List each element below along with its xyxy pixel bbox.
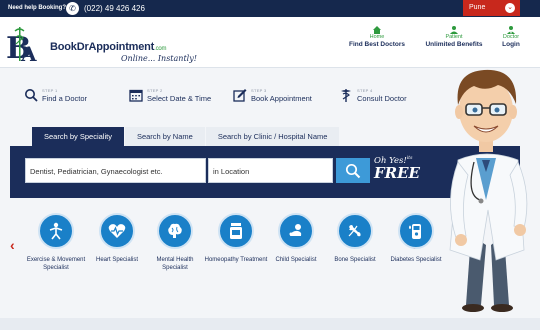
- patient-icon: [450, 26, 458, 34]
- tagline: Online... Instantly!: [121, 54, 197, 63]
- city-selector[interactable]: Pune ⌄: [463, 0, 520, 16]
- step-1-title: Find a Doctor: [42, 94, 88, 103]
- city-label: Pune: [469, 4, 486, 11]
- step-1-label: STEP 1: [42, 88, 58, 93]
- exercise-icon: [38, 213, 74, 249]
- speciality-child[interactable]: Child Specialist: [264, 213, 328, 264]
- speciality-input[interactable]: Dentist, Pediatrician, Gynaecologist etc…: [25, 158, 206, 183]
- speciality-mental-health[interactable]: Mental Health Specialist: [143, 213, 207, 272]
- glucose-meter-icon: [398, 213, 434, 249]
- step-4-title: Consult Doctor: [357, 94, 407, 103]
- promo-free: FREE: [374, 164, 420, 182]
- search-button[interactable]: [336, 158, 370, 183]
- phone-icon: ✆: [66, 2, 79, 15]
- home-icon: [373, 26, 381, 34]
- speciality-exercise-name: Exercise & Movement Specialist: [26, 257, 86, 272]
- medicine-jar-icon: [218, 213, 254, 249]
- speciality-exercise[interactable]: Exercise & Movement Specialist: [24, 213, 88, 272]
- nav-home[interactable]: Home Find Best Doctors: [347, 25, 407, 48]
- speciality-heart[interactable]: Heart Specialist: [85, 213, 149, 264]
- step-2: STEP 2 Select Date & Time: [129, 88, 211, 103]
- step-3-label: STEP 3: [251, 88, 267, 93]
- search-icon: [345, 163, 361, 179]
- step-2-title: Select Date & Time: [147, 94, 212, 103]
- top-bar: Need help Booking? ✆ (022) 49 426 426: [0, 0, 540, 17]
- phone-link[interactable]: ✆ (022) 49 426 426: [66, 2, 145, 15]
- calendar-icon: [129, 89, 143, 102]
- svg-text:A: A: [20, 42, 37, 63]
- step-3-title: Book Appointment: [251, 94, 312, 103]
- search-tabs: Search by Speciality Search by Name Sear…: [32, 127, 340, 146]
- free-promo: Oh Yes!its FREE: [374, 156, 420, 182]
- nav-patient[interactable]: Patient Unlimited Benefits: [421, 25, 487, 48]
- speciality-bone[interactable]: Bone Specialist: [323, 213, 387, 264]
- speciality-mental-health-name: Mental Health Specialist: [156, 257, 194, 272]
- speciality-bone-name: Bone Specialist: [334, 257, 376, 263]
- speciality-homeopathy[interactable]: Homeopathy Treatment: [204, 213, 268, 264]
- nav-patient-big: Unlimited Benefits: [425, 41, 483, 48]
- nav-home-big: Find Best Doctors: [349, 41, 405, 48]
- tab-search-by-name[interactable]: Search by Name: [124, 127, 205, 146]
- carousel-prev-button[interactable]: ‹: [10, 237, 15, 253]
- bone-icon: [337, 213, 373, 249]
- step-2-label: STEP 2: [147, 88, 163, 93]
- logo-text[interactable]: BookDrAppointment.com: [50, 41, 167, 53]
- brain-icon: [157, 213, 193, 249]
- speciality-homeopathy-name: Homeopathy Treatment: [204, 257, 268, 263]
- phone-number: (022) 49 426 426: [84, 4, 145, 13]
- logo-name: BookDrAppointment: [50, 41, 155, 53]
- doctor-illustration: [449, 69, 528, 312]
- step-4-label: STEP 4: [357, 88, 373, 93]
- nav-doctor-big: Login: [502, 41, 520, 48]
- book-icon: [233, 89, 247, 102]
- chevron-down-icon: ⌄: [505, 3, 515, 13]
- speciality-child-name: Child Specialist: [275, 257, 317, 263]
- logo-suffix: .com: [154, 46, 167, 52]
- tab-search-by-clinic[interactable]: Search by Clinic / Hospital Name: [205, 127, 340, 146]
- doctor-icon: [507, 26, 515, 34]
- nav-doctor[interactable]: Doctor Login: [493, 25, 529, 48]
- search-icon: [25, 89, 38, 102]
- caduceus-icon: [341, 89, 351, 102]
- location-input[interactable]: in Location: [208, 158, 333, 183]
- step-4: STEP 4 Consult Doctor: [339, 88, 407, 103]
- baby-icon: [278, 213, 314, 249]
- logo-icon[interactable]: B A: [6, 25, 50, 63]
- heart-icon: [99, 213, 135, 249]
- tab-search-by-speciality[interactable]: Search by Speciality: [32, 127, 124, 146]
- speciality-heart-name: Heart Specialist: [95, 257, 139, 263]
- step-1: STEP 1 Find a Doctor: [24, 88, 87, 103]
- help-text: Need help Booking?: [8, 5, 67, 11]
- promo-its: its: [406, 156, 413, 162]
- step-3: STEP 3 Book Appointment: [233, 88, 312, 103]
